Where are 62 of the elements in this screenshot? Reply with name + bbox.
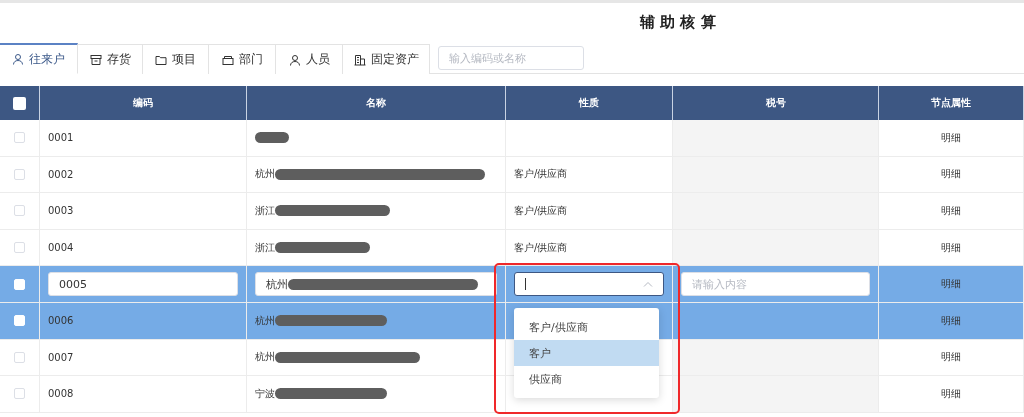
tab[interactable]: 部门 [209, 44, 276, 74]
name-text: 杭州 [255, 313, 275, 328]
tab[interactable]: 项目 [143, 44, 209, 74]
name-input[interactable]: 杭州 [255, 272, 497, 297]
tab[interactable]: 固定资产 [343, 44, 430, 74]
dropdown-option[interactable]: 客户 [514, 340, 659, 366]
column-header: 编码 [40, 86, 247, 120]
nature-text: 客户/供应商 [514, 204, 568, 218]
row-checkbox[interactable] [14, 351, 25, 363]
row-checkbox[interactable] [14, 242, 25, 254]
name-text: 浙江 [255, 240, 275, 255]
table-row[interactable]: 0005 杭州 请输入内容 明细 [0, 266, 1024, 303]
code-text: 0006 [48, 315, 74, 327]
nature-text: 客户/供应商 [514, 167, 568, 182]
nature-text: 客户/供应商 [514, 240, 568, 255]
page-title: 辅 助 核 算 [638, 12, 717, 33]
nature-select[interactable] [514, 272, 664, 297]
code-text: 0004 [48, 242, 74, 254]
dropdown-option[interactable]: 客户/供应商 [514, 314, 659, 340]
name-text: 杭州 [255, 167, 275, 182]
name-text: 杭州 [255, 350, 275, 365]
column-header: 性质 [506, 86, 673, 120]
table-row[interactable]: 0001 明细 [0, 120, 1024, 157]
person-icon [288, 53, 301, 66]
code-text: 0007 [48, 351, 74, 363]
code-input[interactable]: 0005 [48, 272, 238, 297]
name-text: 浙江 [255, 204, 275, 218]
table-row[interactable]: 0004 浙江 客户/供应商 明细 [0, 229, 1024, 267]
tax-number-input[interactable]: 请输入内容 [681, 272, 870, 297]
row-checkbox[interactable] [14, 388, 25, 400]
code-text: 0002 [48, 168, 74, 180]
archive-box-icon [89, 53, 102, 66]
tab[interactable]: 存货 [78, 44, 143, 74]
select-all-checkbox[interactable] [13, 96, 26, 110]
row-checkbox[interactable] [14, 132, 25, 144]
tray-icon [221, 53, 234, 66]
node-text: 明细 [941, 167, 961, 182]
building-icon [353, 53, 366, 66]
tab[interactable]: 人员 [276, 44, 343, 74]
tab[interactable]: 往来户 [0, 43, 78, 74]
node-text: 明细 [941, 386, 961, 401]
node-text: 明细 [941, 313, 961, 328]
chevron-up-icon [643, 281, 653, 288]
name-text: 宁波 [255, 386, 275, 401]
node-text: 明细 [941, 240, 961, 255]
code-text: 0008 [48, 388, 74, 400]
row-checkbox[interactable] [14, 168, 25, 180]
node-text: 明细 [941, 350, 961, 365]
node-text: 明细 [941, 277, 961, 292]
column-header: 名称 [247, 86, 506, 120]
search-field[interactable]: 输入编码或名称 [438, 46, 584, 70]
node-text: 明细 [941, 204, 961, 218]
code-text: 0001 [48, 132, 74, 144]
node-text: 明细 [941, 130, 961, 145]
row-checkbox[interactable] [14, 205, 25, 217]
code-text: 0003 [48, 205, 74, 217]
person-icon [12, 53, 24, 65]
table-row[interactable]: 0003 浙江 客户/供应商 明细 [0, 193, 1024, 230]
table-row[interactable]: 0002 杭州 客户/供应商 明细 [0, 156, 1024, 194]
redaction-bar [255, 132, 289, 144]
folder-icon [155, 53, 167, 66]
column-header: 节点属性 [879, 86, 1024, 120]
